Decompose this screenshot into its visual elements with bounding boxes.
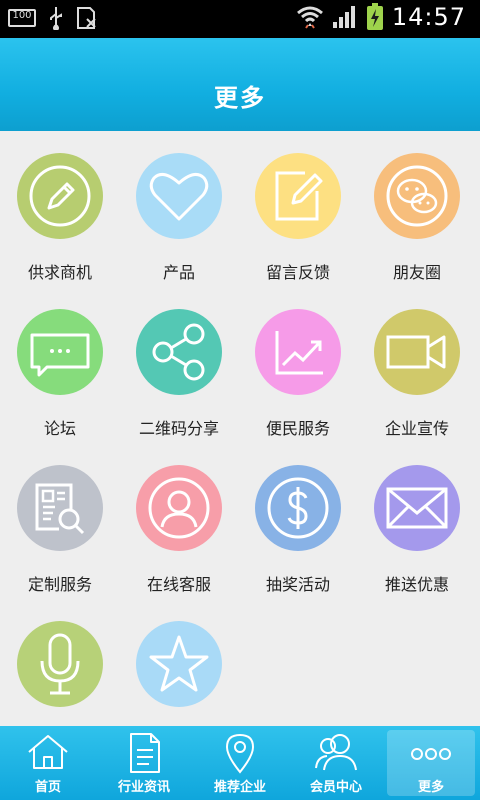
more-dots-icon bbox=[411, 748, 451, 760]
user-icon bbox=[148, 477, 210, 539]
nav-item-more[interactable]: 更多 bbox=[387, 730, 475, 796]
grid-item-label: 论坛 bbox=[43, 419, 76, 438]
grid-item-lottery[interactable]: 抽奖活动 bbox=[238, 443, 358, 599]
star-icon bbox=[149, 635, 209, 692]
sim-blocked-icon bbox=[77, 7, 96, 29]
microphone-icon bbox=[40, 633, 80, 695]
chat-bubbles-icon bbox=[386, 165, 448, 227]
grid-item-qr-share[interactable]: 二维码分享 bbox=[119, 287, 239, 443]
grid-item-forum[interactable]: 论坛 bbox=[0, 287, 120, 443]
nav-item-members[interactable]: 会员中心 bbox=[288, 726, 384, 800]
document-icon bbox=[130, 733, 160, 773]
status-bar: 100 14:57 bbox=[0, 0, 480, 38]
grid-item-push-offers[interactable]: 推送优惠 bbox=[357, 443, 477, 599]
grid-item-icon-circle bbox=[374, 309, 460, 395]
video-camera-icon bbox=[386, 335, 446, 369]
grid-item-icon-circle bbox=[136, 309, 222, 395]
grid-item-products[interactable]: 产品 bbox=[119, 131, 239, 287]
members-icon bbox=[315, 734, 357, 771]
title-bar: 更多 bbox=[0, 38, 480, 131]
grid-item-icon-circle bbox=[255, 153, 341, 239]
envelope-icon bbox=[386, 487, 448, 529]
battery-level-text: 100 bbox=[12, 10, 32, 21]
grid-item-moments[interactable]: 朋友圈 bbox=[357, 131, 477, 287]
grid-item-label: 便民服务 bbox=[265, 419, 330, 438]
grid-item-online-support[interactable]: 在线客服 bbox=[119, 443, 239, 599]
grid-item-icon-circle bbox=[374, 153, 460, 239]
grid-item-label: 企业宣传 bbox=[384, 419, 449, 438]
grid-item-icon-circle bbox=[136, 621, 222, 707]
grid-item-icon-circle bbox=[255, 465, 341, 551]
page-title: 更多 bbox=[214, 84, 266, 112]
nav-label: 会员中心 bbox=[309, 780, 362, 795]
message-icon bbox=[30, 333, 90, 377]
battery-charging-icon bbox=[366, 3, 383, 30]
grid-item-icon-circle bbox=[374, 465, 460, 551]
grid-item-label: 在线客服 bbox=[146, 575, 211, 594]
grid-item-icon-circle bbox=[17, 309, 103, 395]
grid-item-icon-circle bbox=[136, 153, 222, 239]
share-icon bbox=[152, 323, 205, 381]
grid-item-label: 推送优惠 bbox=[384, 575, 449, 594]
grid-item-label: 产品 bbox=[162, 263, 195, 282]
nav-item-home[interactable]: 首页 bbox=[0, 726, 96, 800]
grid-item-promotion[interactable]: 企业宣传 bbox=[357, 287, 477, 443]
grid-item-custom-service[interactable]: 定制服务 bbox=[0, 443, 120, 599]
grid-item-icon-circle bbox=[17, 153, 103, 239]
grid-item-label: 留言反馈 bbox=[265, 263, 330, 282]
home-icon bbox=[28, 735, 68, 769]
pencil-icon bbox=[29, 165, 91, 227]
grid-item-label: 定制服务 bbox=[27, 575, 92, 594]
grid-item-label: 供求商机 bbox=[27, 263, 92, 282]
grid-item-label: 朋友圈 bbox=[392, 263, 441, 282]
document-search-icon bbox=[35, 483, 85, 535]
usb-icon bbox=[50, 7, 62, 30]
grid-item-supply-demand[interactable]: 供求商机 bbox=[0, 131, 120, 287]
signal-icon bbox=[332, 6, 355, 28]
grid-item-icon-circle bbox=[17, 465, 103, 551]
nav-item-industry-news[interactable]: 行业资讯 bbox=[96, 726, 192, 800]
nav-item-recommended[interactable]: 推荐企业 bbox=[192, 726, 288, 800]
feature-grid: 供求商机 产品 留言反馈 朋友圈 论坛 二维码分享 便民服务 企业宣传 定制服务… bbox=[0, 131, 480, 726]
grid-item-feedback[interactable]: 留言反馈 bbox=[238, 131, 358, 287]
bottom-navigation: 首页 行业资讯 推荐企业 会员中心 更多 bbox=[0, 726, 480, 800]
nav-label: 更多 bbox=[417, 780, 444, 795]
dollar-icon bbox=[267, 477, 329, 539]
grid-item-icon-circle bbox=[255, 309, 341, 395]
clock: 14:57 bbox=[391, 3, 466, 31]
grid-item-icon-circle bbox=[17, 621, 103, 707]
nav-label: 推荐企业 bbox=[213, 780, 266, 795]
chart-trend-icon bbox=[275, 331, 323, 375]
nav-label: 首页 bbox=[34, 780, 61, 795]
nav-label: 行业资讯 bbox=[117, 780, 170, 795]
grid-item-label: 二维码分享 bbox=[138, 419, 219, 438]
edit-note-icon bbox=[275, 171, 323, 221]
wifi-icon bbox=[296, 6, 323, 29]
grid-item-convenience[interactable]: 便民服务 bbox=[238, 287, 358, 443]
battery-level-indicator: 100 bbox=[8, 9, 36, 27]
heart-icon bbox=[149, 172, 209, 221]
grid-item-label: 抽奖活动 bbox=[265, 575, 330, 594]
location-pin-icon bbox=[225, 733, 255, 774]
grid-item-icon-circle bbox=[136, 465, 222, 551]
